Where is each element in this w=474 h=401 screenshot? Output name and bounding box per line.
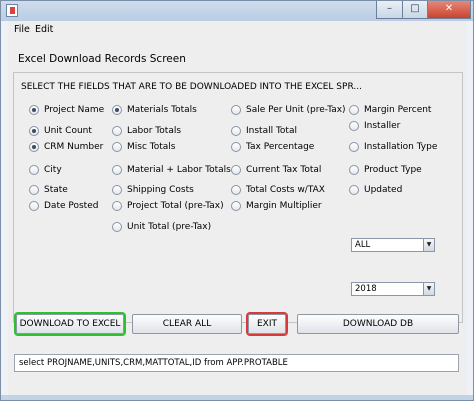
maximize-button[interactable]: □: [402, 1, 427, 19]
field-tax-percentage[interactable]: Tax Percentage: [231, 141, 314, 153]
field-crm-number[interactable]: CRM Number: [29, 141, 103, 153]
app-window: – □ ✕ File Edit Excel Download Records S…: [0, 0, 474, 401]
field-install-total[interactable]: Install Total: [231, 125, 297, 137]
radio-icon[interactable]: [231, 185, 241, 195]
radio-icon[interactable]: [29, 201, 39, 211]
radio-icon[interactable]: [349, 105, 359, 115]
screen-title: Excel Download Records Screen: [18, 53, 186, 65]
year-select[interactable]: 2018 ▼: [351, 282, 435, 296]
field-shipping-costs[interactable]: Shipping Costs: [112, 184, 194, 196]
radio-icon[interactable]: [29, 105, 39, 115]
radio-icon[interactable]: [29, 126, 39, 136]
java-app-icon: [6, 4, 18, 17]
field-current-tax-total[interactable]: Current Tax Total: [231, 164, 321, 176]
radio-icon[interactable]: [112, 165, 122, 175]
radio-icon[interactable]: [349, 185, 359, 195]
field-installation-type[interactable]: Installation Type: [349, 141, 437, 153]
menu-file[interactable]: File: [14, 24, 30, 35]
field-margin-percent[interactable]: Margin Percent: [349, 104, 431, 116]
clear-all-button[interactable]: CLEAR ALL: [132, 314, 242, 334]
field-total-costs-tax[interactable]: Total Costs w/TAX: [231, 184, 325, 196]
radio-icon[interactable]: [231, 165, 241, 175]
menu-edit[interactable]: Edit: [35, 24, 53, 35]
field-state[interactable]: State: [29, 184, 68, 196]
chevron-down-icon[interactable]: ▼: [423, 239, 434, 251]
field-project-name[interactable]: Project Name: [29, 104, 104, 116]
radio-icon[interactable]: [112, 201, 122, 211]
field-date-posted[interactable]: Date Posted: [29, 200, 98, 212]
content-pane: File Edit Excel Download Records Screen …: [8, 21, 466, 395]
title-bar[interactable]: – □ ✕: [1, 1, 473, 21]
field-unit-total[interactable]: Unit Total (pre-Tax): [112, 221, 211, 233]
field-margin-multiplier[interactable]: Margin Multiplier: [231, 200, 322, 212]
download-to-excel-button[interactable]: DOWNLOAD TO EXCEL: [14, 312, 126, 336]
field-sale-per-unit[interactable]: Sale Per Unit (pre-Tax): [231, 104, 346, 116]
radio-icon[interactable]: [112, 142, 122, 152]
field-labor-totals[interactable]: Labor Totals: [112, 125, 181, 137]
radio-icon[interactable]: [112, 185, 122, 195]
chevron-down-icon[interactable]: ▼: [423, 283, 434, 295]
radio-icon[interactable]: [349, 165, 359, 175]
field-unit-count[interactable]: Unit Count: [29, 125, 92, 137]
radio-icon[interactable]: [231, 105, 241, 115]
minimize-button[interactable]: –: [376, 1, 402, 19]
radio-icon[interactable]: [112, 126, 122, 136]
exit-button[interactable]: EXIT: [246, 312, 288, 336]
prompt-text: SELECT THE FIELDS THAT ARE TO BE DOWNLOA…: [21, 82, 362, 92]
radio-icon[interactable]: [112, 222, 122, 232]
field-product-type[interactable]: Product Type: [349, 164, 422, 176]
radio-icon[interactable]: [29, 165, 39, 175]
radio-icon[interactable]: [112, 105, 122, 115]
radio-icon[interactable]: [349, 121, 359, 131]
field-city[interactable]: City: [29, 164, 62, 176]
field-misc-totals[interactable]: Misc Totals: [112, 141, 175, 153]
sql-query-field[interactable]: select PROJNAME,UNITS,CRM,MATTOTAL,ID fr…: [14, 354, 459, 372]
field-installer[interactable]: Installer: [349, 120, 400, 132]
radio-icon[interactable]: [349, 142, 359, 152]
radio-icon[interactable]: [29, 142, 39, 152]
window-bottom-border: [1, 395, 473, 400]
field-updated[interactable]: Updated: [349, 184, 402, 196]
menu-bar: File Edit: [8, 21, 466, 39]
month-select[interactable]: ALL ▼: [351, 238, 435, 252]
download-db-button[interactable]: DOWNLOAD DB: [297, 314, 459, 334]
field-materials-totals[interactable]: Materials Totals: [112, 104, 197, 116]
radio-icon[interactable]: [231, 142, 241, 152]
radio-icon[interactable]: [29, 185, 39, 195]
field-material-labor-totals[interactable]: Material + Labor Totals: [112, 164, 231, 176]
field-project-total[interactable]: Project Total (pre-Tax): [112, 200, 224, 212]
radio-icon[interactable]: [231, 126, 241, 136]
close-button[interactable]: ✕: [427, 1, 471, 19]
radio-icon[interactable]: [231, 201, 241, 211]
